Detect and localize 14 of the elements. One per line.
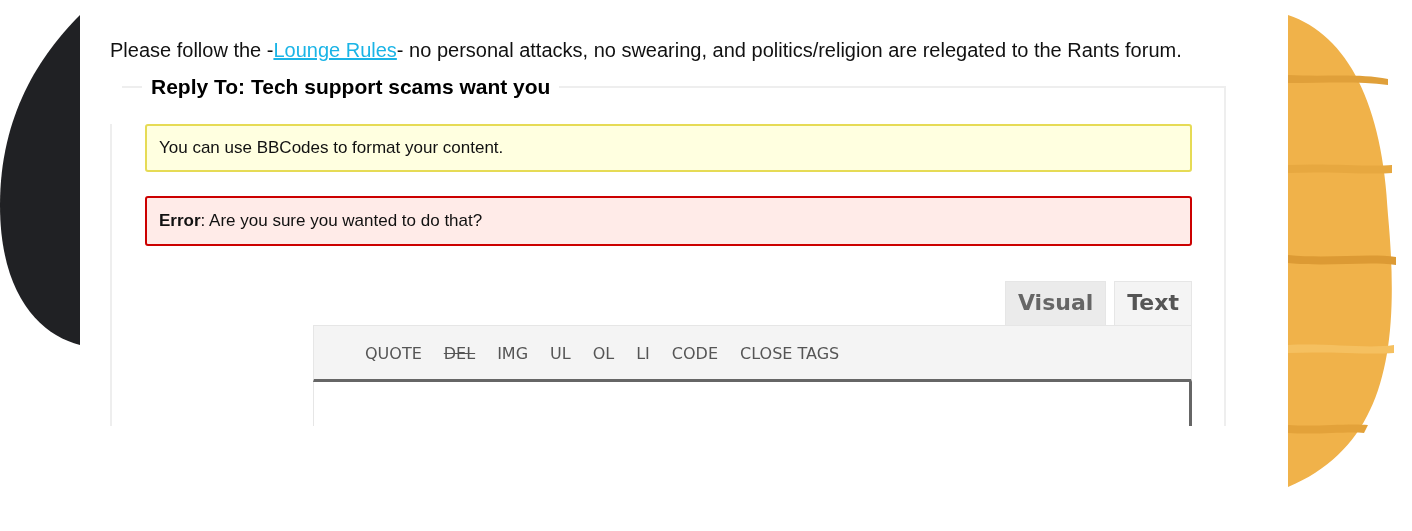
toolbar-button[interactable]: CODE: [660, 344, 730, 363]
toolbar-button[interactable]: IMG: [486, 344, 540, 363]
rules-notice: Please follow the -Lounge Rules- no personal attacks, no swearing, and politics/religion are relegated to the Rants forum.: [110, 38, 1183, 63]
toolbar-button[interactable]: DEL: [432, 344, 487, 363]
toolbar-button[interactable]: UL: [539, 344, 582, 363]
text-area[interactable]: [313, 382, 1192, 426]
toolbar-button[interactable]: LI: [625, 344, 661, 363]
toolbar-button[interactable]: QUOTE: [354, 344, 433, 363]
toolbar-button[interactable]: OL: [581, 344, 626, 363]
editor-tab[interactable]: Visual: [1004, 281, 1107, 325]
info-notice: You can use BBCodes to format your content.: [145, 124, 1192, 172]
editor-tab[interactable]: Text: [1114, 281, 1192, 325]
toolbar-button[interactable]: CLOSE TAGS: [729, 344, 851, 363]
error-notice: Error: Are you sure you wanted to do that?: [145, 196, 1192, 246]
